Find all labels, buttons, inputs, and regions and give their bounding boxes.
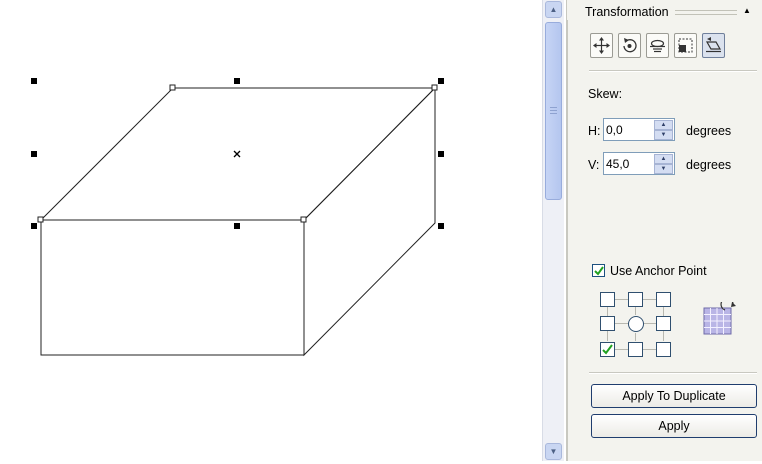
selection-handle-middle-left <box>31 151 37 157</box>
collapse-icon[interactable]: ▲ <box>741 5 753 17</box>
scroll-thumb[interactable] <box>545 22 562 200</box>
box-front-face <box>40 219 305 356</box>
selection-handle-top-center <box>234 78 240 84</box>
anchor-bottom-center[interactable] <box>628 342 643 357</box>
node-handle <box>37 216 44 223</box>
v-skew-input[interactable] <box>606 155 648 172</box>
skewed-box-drawing <box>31 78 444 357</box>
selection-handle-bottom-left <box>31 223 37 229</box>
anchor-top-right[interactable] <box>656 292 671 307</box>
h-skew-input[interactable] <box>606 121 648 138</box>
anchor-center[interactable] <box>628 316 644 332</box>
scroll-up-button[interactable]: ▲ <box>545 1 562 18</box>
use-anchor-point-checkbox[interactable] <box>592 264 605 277</box>
transformation-docker: Transformation ▲ Skew: H: 0,0 ▲ ▼ degree… <box>566 0 762 461</box>
anchor-bottom-left[interactable] <box>600 342 615 357</box>
h-unit-label: degrees <box>686 124 732 138</box>
node-handle <box>300 216 307 223</box>
node-handle <box>431 84 438 91</box>
position-tool-button[interactable] <box>590 33 613 58</box>
scale-mirror-tool-button[interactable] <box>646 33 669 58</box>
drawing-canvas[interactable] <box>0 0 542 461</box>
center-marker <box>233 150 241 158</box>
rotate-tool-button[interactable] <box>618 33 641 58</box>
scale-mirror-icon <box>650 39 665 53</box>
size-icon <box>678 38 693 53</box>
selection-handle-bottom-right <box>438 223 444 229</box>
checkmark-icon <box>602 344 613 355</box>
node-handle <box>169 84 176 91</box>
anchor-top-left[interactable] <box>600 292 615 307</box>
rotate-icon <box>623 38 637 53</box>
h-spin-up-icon[interactable]: ▲ <box>654 120 673 130</box>
h-label: H: <box>588 124 601 138</box>
use-anchor-point-label: Use Anchor Point <box>610 264 707 278</box>
anchor-top-center[interactable] <box>628 292 643 307</box>
skew-icon <box>705 37 722 53</box>
scroll-down-button[interactable]: ▼ <box>545 443 562 460</box>
selection-handle-bottom-center <box>234 223 240 229</box>
vertical-scrollbar[interactable]: ▲ ▼ <box>542 0 564 461</box>
v-unit-label: degrees <box>686 158 732 172</box>
checkmark-icon <box>594 266 604 276</box>
docker-title: Transformation <box>585 5 669 19</box>
selection-handle-middle-right <box>438 151 444 157</box>
h-skew-field[interactable]: ▲ ▼ <box>603 118 675 141</box>
selection-handle-top-left <box>31 78 37 84</box>
v-label: V: <box>588 158 600 172</box>
size-tool-button[interactable] <box>674 33 697 58</box>
v-skew-field[interactable]: ▲ ▼ <box>603 152 675 175</box>
selection-handle-top-right <box>438 78 444 84</box>
skew-tool-button[interactable] <box>702 33 725 58</box>
position-icon <box>593 37 610 54</box>
anchor-bottom-right[interactable] <box>656 342 671 357</box>
box-top-face <box>39 87 437 221</box>
h-spin-down-icon[interactable]: ▼ <box>654 130 673 140</box>
box-side-face <box>303 86 436 357</box>
relative-position-grid-icon <box>703 302 736 335</box>
v-spin-up-icon[interactable]: ▲ <box>654 154 673 164</box>
skew-section-label: Skew: <box>588 87 623 101</box>
anchor-middle-left[interactable] <box>600 316 615 331</box>
apply-to-duplicate-button[interactable]: Apply To Duplicate <box>591 384 757 408</box>
anchor-middle-right[interactable] <box>656 316 671 331</box>
v-spin-down-icon[interactable]: ▼ <box>654 164 673 174</box>
apply-button[interactable]: Apply <box>591 414 757 438</box>
